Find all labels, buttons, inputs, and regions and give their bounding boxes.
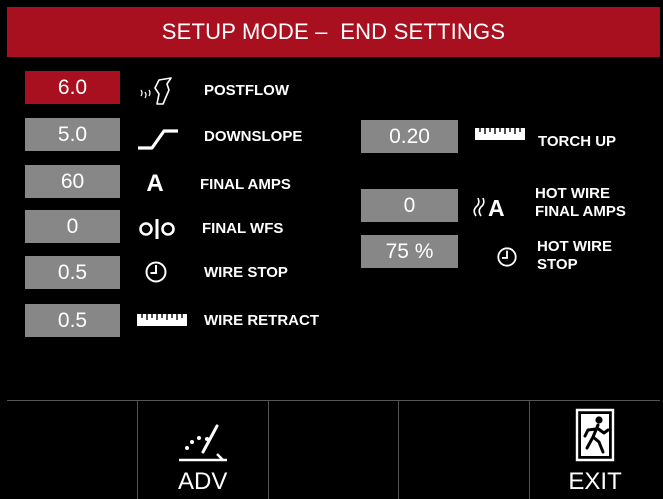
downslope-value-field[interactable]: 5.0 bbox=[25, 118, 120, 151]
ruler-icon bbox=[474, 125, 526, 143]
wire-feed-speed-icon bbox=[137, 216, 177, 242]
hot-wire-stop-label-line1: HOT WIRE bbox=[537, 238, 612, 255]
final-wfs-label: FINAL WFS bbox=[202, 220, 284, 237]
exit-icon bbox=[573, 408, 617, 467]
softkey-1[interactable] bbox=[7, 401, 138, 499]
title-bar: SETUP MODE – END SETTINGS bbox=[7, 7, 660, 57]
adv-button[interactable]: ADV bbox=[138, 401, 269, 499]
adv-label: ADV bbox=[178, 468, 228, 495]
downslope-label: DOWNSLOPE bbox=[204, 128, 303, 145]
postflow-icon bbox=[136, 76, 178, 108]
page-title: SETUP MODE – END SETTINGS bbox=[161, 19, 506, 44]
torch-up-label: TORCH UP bbox=[538, 133, 617, 150]
final-wfs-value-field[interactable]: 0 bbox=[25, 210, 120, 243]
postflow-value-field[interactable]: 6.0 bbox=[25, 71, 120, 104]
wire-retract-label: WIRE RETRACT bbox=[204, 312, 319, 329]
wire-retract-value-field[interactable]: 0.5 bbox=[25, 304, 120, 337]
hot-wire-final-amps-label-line1: HOT WIRE bbox=[535, 185, 610, 202]
softkey-bar: ADV EXIT bbox=[7, 400, 660, 499]
hot-wire-amps-icon: A bbox=[471, 193, 513, 221]
torch-up-value-field[interactable]: 0.20 bbox=[361, 120, 458, 153]
downslope-icon bbox=[136, 124, 180, 152]
ruler-icon bbox=[136, 311, 188, 329]
hot-wire-final-amps-value-field[interactable]: 0 bbox=[361, 189, 458, 222]
final-amps-label: FINAL AMPS bbox=[200, 176, 291, 193]
hot-wire-stop-value-field[interactable]: 75 % bbox=[361, 235, 458, 268]
softkey-3[interactable] bbox=[269, 401, 400, 499]
clock-icon bbox=[140, 257, 172, 287]
advanced-settings-icon bbox=[175, 418, 231, 467]
exit-label: EXIT bbox=[568, 468, 622, 495]
hot-wire-stop-label-line2: STOP bbox=[537, 256, 578, 273]
final-amps-value-field[interactable]: 60 bbox=[25, 165, 120, 198]
clock-icon bbox=[494, 244, 520, 270]
postflow-label: POSTFLOW bbox=[204, 82, 289, 99]
softkey-4[interactable] bbox=[399, 401, 531, 499]
svg-text:A: A bbox=[488, 195, 505, 220]
amps-icon: A bbox=[146, 170, 164, 197]
exit-button[interactable]: EXIT bbox=[530, 401, 660, 499]
wire-stop-value-field[interactable]: 0.5 bbox=[25, 256, 120, 289]
hot-wire-final-amps-label-line2: FINAL AMPS bbox=[535, 203, 626, 220]
wire-stop-label: WIRE STOP bbox=[204, 264, 288, 281]
